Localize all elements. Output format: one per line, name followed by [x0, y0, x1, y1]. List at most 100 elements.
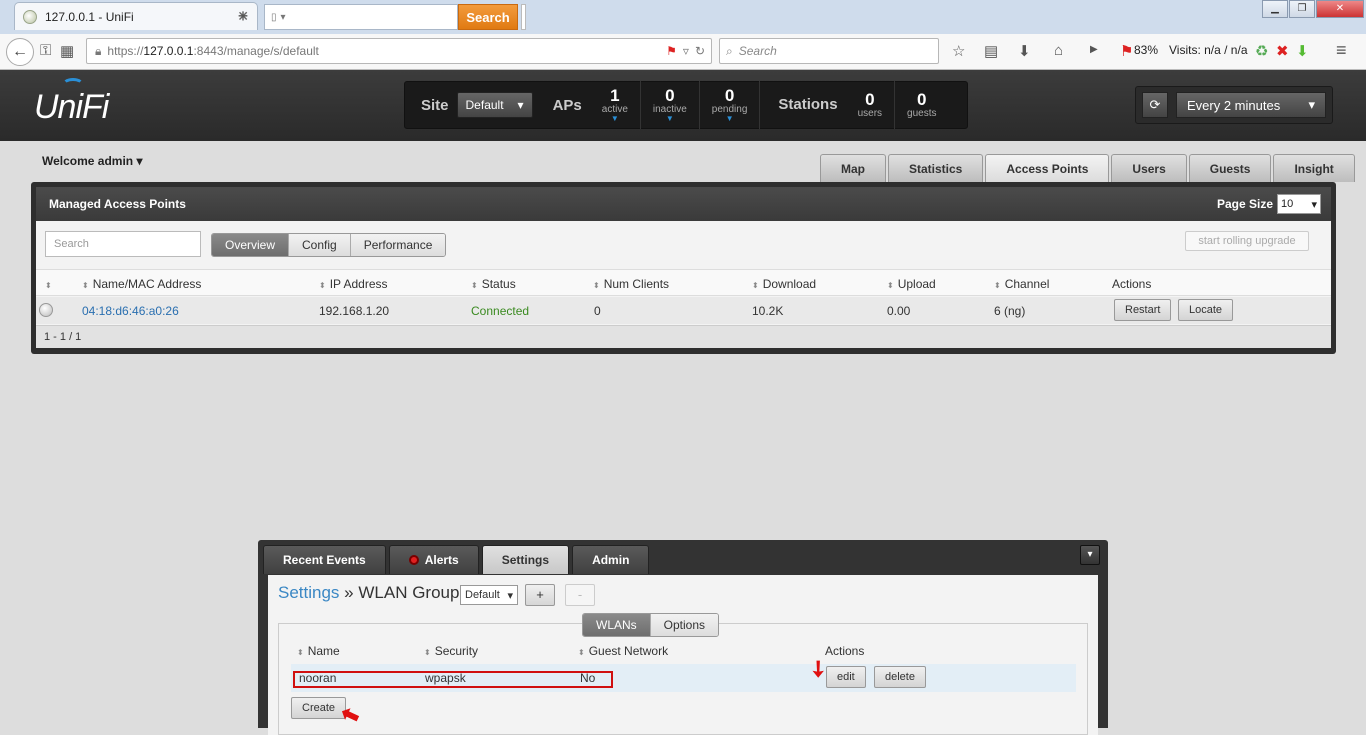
site-select[interactable]: Default ▾ [456, 92, 533, 118]
stat-guests: 0 guests [894, 81, 948, 129]
folder-icon[interactable]: ▦ [60, 42, 74, 60]
ap-channel: 6 (ng) [994, 304, 1026, 318]
view-tabs: Overview Config Performance [211, 233, 447, 257]
start-rolling-upgrade-button[interactable]: start rolling upgrade [1185, 231, 1309, 251]
col-wlan-name[interactable]: ⬍ Name [297, 644, 340, 658]
tab-options[interactable]: Options [649, 614, 719, 636]
blue-arrow-icon: ▼ [665, 113, 674, 123]
sort-icon: ⬍ [297, 648, 304, 657]
caret-down-icon: ▾ [1311, 198, 1317, 211]
browser-search-input[interactable]: ⌕ Search [719, 38, 939, 64]
alert-dot-icon [408, 555, 419, 565]
toolbar-separator [521, 4, 526, 30]
tab-config[interactable]: Config [288, 234, 350, 256]
flag-icon[interactable]: ⚑ [1120, 42, 1133, 60]
restart-button[interactable]: Restart [1114, 299, 1172, 321]
col-name[interactable]: ⬍ Name/MAC Address [82, 277, 201, 291]
visits-text: Visits: n/a / n/a [1169, 43, 1248, 57]
highlight-box [293, 671, 613, 688]
refresh-interval-select[interactable]: Every 2 minutes ▾ [1176, 92, 1326, 118]
ap-mac-link[interactable]: 04:18:d6:46:a0:26 [82, 304, 179, 318]
close-x-icon[interactable]: ✖ [1276, 42, 1289, 60]
stat-users: 0 users [857, 89, 883, 119]
tab-access-points[interactable]: Access Points [985, 154, 1110, 182]
remove-group-button[interactable]: - [565, 584, 595, 606]
add-group-button[interactable]: + [525, 584, 555, 606]
col-ip[interactable]: ⬍ IP Address [319, 277, 388, 291]
col-channel[interactable]: ⬍ Channel [994, 277, 1049, 291]
stat-active[interactable]: 1 active ▼ [590, 81, 640, 129]
tab-users[interactable]: Users [1111, 154, 1187, 182]
caret-down-icon: ▾ [517, 98, 524, 112]
plugin-icon[interactable]: ♻ [1255, 42, 1268, 60]
col-download[interactable]: ⬍ Download [752, 277, 816, 291]
green-download-icon[interactable]: ⬇ [1296, 42, 1309, 60]
tab-alerts[interactable]: Alerts [388, 545, 479, 574]
download-icon[interactable]: ⬇ [1018, 42, 1031, 60]
lock-icon: 🔒︎ [95, 43, 102, 58]
refresh-icon[interactable]: ⟳ [1142, 92, 1168, 118]
close-window-button[interactable]: ✕ [1316, 0, 1364, 18]
tab-overview[interactable]: Overview [212, 234, 289, 256]
tab-insight[interactable]: Insight [1273, 154, 1355, 182]
new-tab-button[interactable]: + [232, 6, 254, 28]
caret-down-icon: ▾ [1308, 97, 1315, 112]
breadcrumb-settings-link[interactable]: Settings [278, 583, 339, 602]
reload-icon[interactable]: ↻ [695, 44, 705, 58]
reading-list-icon[interactable]: ▤ [984, 42, 998, 60]
unifi-header: UniFi Site Default ▾ APs 1 active ▼ 0 ina… [0, 70, 1366, 141]
col-upload[interactable]: ⬍ Upload [887, 277, 936, 291]
page-size-select[interactable]: 10 ▾ [1277, 194, 1321, 214]
locate-button[interactable]: Locate [1178, 299, 1234, 321]
bookmark-star-icon[interactable]: ☆ [952, 42, 965, 60]
collapse-icon[interactable]: ▾ [1080, 545, 1100, 565]
breadcrumb: Settings » WLAN Group [278, 583, 460, 602]
wlan-sub-tabs: WLANs Options [582, 613, 720, 637]
ap-search-input[interactable]: Search [45, 231, 201, 257]
page-size-control: Page Size 10 ▾ [1217, 194, 1321, 214]
dropdown-icon[interactable]: ▿ [683, 44, 689, 58]
col-status[interactable]: ⬍ Status [471, 277, 516, 291]
page-icon: ▯ [271, 11, 277, 23]
main-tabs: Map Statistics Access Points Users Guest… [820, 154, 1355, 182]
menu-icon[interactable]: ≡ [1336, 40, 1347, 61]
wlan-group-select[interactable]: Default ▾ [460, 585, 518, 605]
bottom-panel: Recent Events Alerts Settings Admin ▾ Se… [258, 540, 1108, 735]
col-security[interactable]: ⬍ Security [424, 644, 478, 658]
tab-admin[interactable]: Admin [572, 545, 650, 574]
maximize-window-button[interactable]: ❐ [1289, 0, 1315, 18]
col-guest-network[interactable]: ⬍ Guest Network [578, 644, 668, 658]
breadcrumb-current: WLAN Group [358, 583, 460, 602]
flag-icon[interactable]: ⚑ [666, 44, 677, 58]
edit-button[interactable]: edit [826, 666, 866, 688]
tab-recent-events[interactable]: Recent Events [263, 545, 386, 574]
tab-guests[interactable]: Guests [1188, 154, 1272, 182]
tab-statistics[interactable]: Statistics [888, 154, 984, 182]
home-icon[interactable]: ⌂ [1054, 42, 1063, 59]
sort-icon: ⬍ [887, 281, 894, 290]
ap-clients: 0 [594, 304, 601, 318]
tab-performance[interactable]: Performance [349, 234, 446, 256]
blank-page-dropdown[interactable]: ▯ ▾ [264, 4, 458, 30]
sort-icon[interactable]: ⬍ [45, 277, 56, 291]
toolbar-search-button[interactable]: Search [458, 4, 518, 30]
minimize-window-button[interactable]: ▁ [1262, 0, 1288, 18]
chevron-down-icon: ▾ [280, 11, 286, 23]
youtube-icon[interactable]: ▶ [1090, 44, 1098, 55]
ap-upload: 0.00 [887, 304, 911, 318]
key-icon[interactable]: ⚿ [40, 42, 51, 59]
url-bar[interactable]: 🔒︎ https://127.0.0.1:8443/manage/s/defau… [86, 38, 712, 64]
tab-settings[interactable]: Settings [481, 545, 570, 574]
tab-wlans[interactable]: WLANs [583, 614, 650, 636]
col-num-clients[interactable]: ⬍ Num Clients [593, 277, 669, 291]
browser-tab[interactable]: 127.0.0.1 - UniFi ✕ [14, 2, 258, 30]
sort-icon: ⬍ [471, 281, 478, 290]
stat-pending[interactable]: 0 pending ▼ [698, 81, 760, 129]
unifi-logo: UniFi [34, 88, 109, 126]
welcome-menu[interactable]: Welcome admin ▾ [42, 154, 143, 168]
back-arrow-icon[interactable]: ← [6, 38, 34, 66]
delete-button[interactable]: delete [874, 666, 926, 688]
tab-map[interactable]: Map [820, 154, 886, 182]
stat-inactive[interactable]: 0 inactive ▼ [639, 81, 699, 129]
ap-status: Connected [471, 304, 530, 318]
